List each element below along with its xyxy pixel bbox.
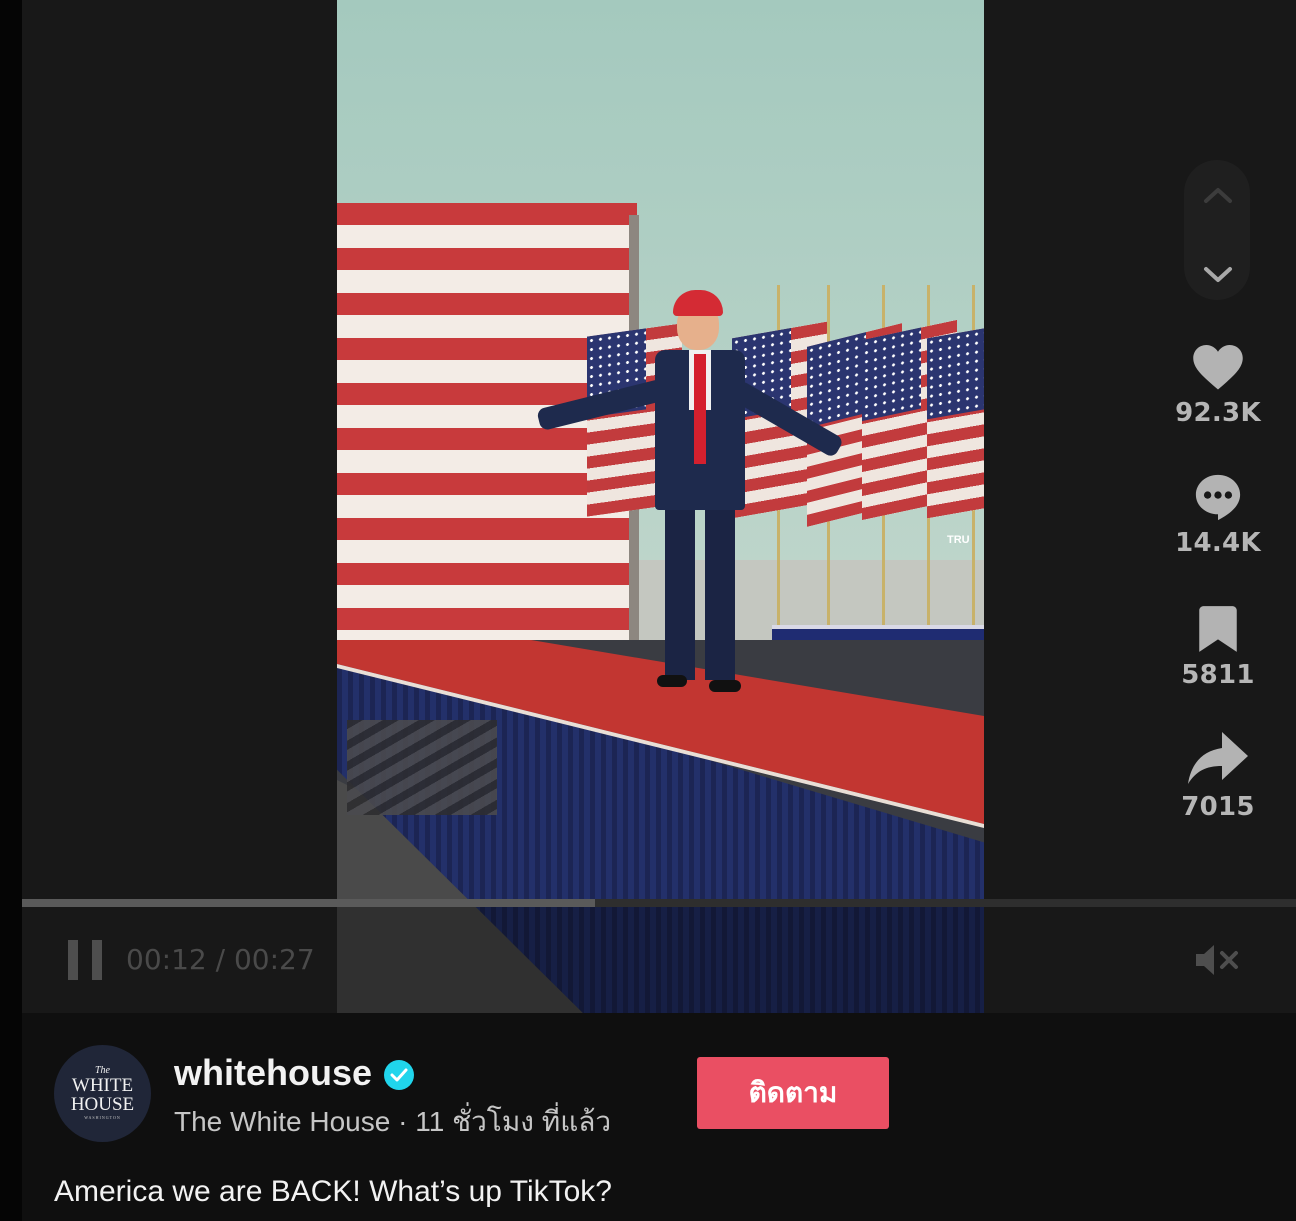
save-count: 5811 [1181, 660, 1255, 690]
time-separator: / [206, 943, 234, 976]
stage-steps [347, 720, 497, 815]
pause-icon-bar [92, 940, 102, 980]
video-player[interactable]: TRU 92.3K 14.4K 5811 7015 00:12 / 00:27 [22, 0, 1296, 1013]
follow-button[interactable]: ติดตาม [697, 1057, 889, 1129]
author-subline: The White House · 11 ชั่วโมง ที่แล้ว [174, 1100, 611, 1144]
like-count: 92.3K [1175, 398, 1261, 428]
pause-icon [68, 940, 78, 980]
avatar[interactable]: The WHITE HOUSE WASHINGTON [54, 1045, 151, 1142]
heart-icon [1193, 344, 1243, 390]
playback-time: 00:12 / 00:27 [126, 943, 315, 976]
speaker-muted-icon [1196, 945, 1238, 975]
username[interactable]: whitehouse [174, 1052, 372, 1094]
pause-button[interactable] [68, 940, 104, 980]
avatar-line2: HOUSE [70, 1093, 135, 1115]
avatar-the: The [95, 1064, 110, 1076]
chevron-up-icon[interactable] [1198, 175, 1238, 215]
us-flag [927, 321, 984, 519]
mute-button[interactable] [1194, 942, 1240, 978]
progress-fill [22, 899, 596, 907]
chevron-down-icon[interactable] [1198, 255, 1238, 295]
total-time: 00:27 [233, 943, 315, 976]
share-count: 7015 [1181, 792, 1255, 822]
video-caption: America we are BACK! What’s up TikTok? [54, 1175, 612, 1208]
share-arrow-icon [1188, 732, 1248, 784]
video-frame[interactable]: TRU [337, 0, 984, 1013]
verified-badge-icon [384, 1060, 414, 1090]
avatar-line3: WASHINGTON [84, 1114, 121, 1120]
comment-icon [1195, 474, 1241, 521]
display-name: The White House [174, 1106, 391, 1137]
post-time: 11 ชั่วโมง ที่แล้ว [415, 1106, 612, 1137]
comment-count: 14.4K [1175, 528, 1261, 558]
controls-overlay [337, 905, 984, 1013]
comment-button[interactable]: 14.4K [1168, 472, 1268, 558]
current-time: 00:12 [126, 943, 207, 976]
left-edge [0, 0, 22, 1221]
save-button[interactable]: 5811 [1168, 604, 1268, 690]
share-button[interactable]: 7015 [1168, 730, 1268, 822]
speaker-figure [536, 290, 845, 692]
meta-separator: · [390, 1106, 416, 1137]
avatar-line1: WHITE [71, 1074, 134, 1096]
like-button[interactable]: 92.3K [1168, 342, 1268, 428]
progress-bar[interactable] [22, 899, 1296, 907]
bookmark-icon [1199, 606, 1237, 652]
sign-text: TRU [947, 534, 970, 546]
